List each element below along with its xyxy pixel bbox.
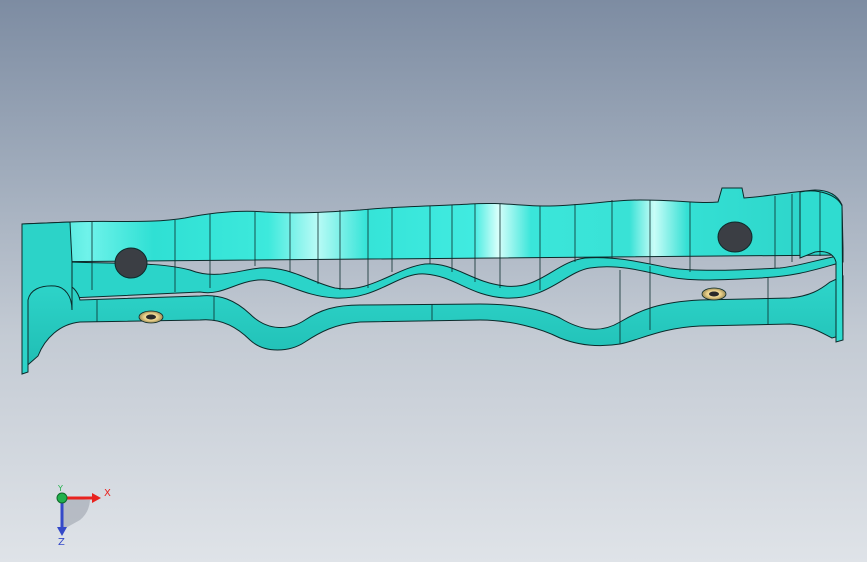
graphics-viewport[interactable]: X Y Z bbox=[0, 0, 867, 562]
x-axis-label: X bbox=[104, 488, 111, 499]
z-axis-label: Z bbox=[58, 537, 65, 548]
y-axis-label: Y bbox=[57, 484, 63, 493]
y-axis-dot bbox=[56, 492, 68, 504]
reference-triad: X Y Z bbox=[56, 484, 111, 548]
